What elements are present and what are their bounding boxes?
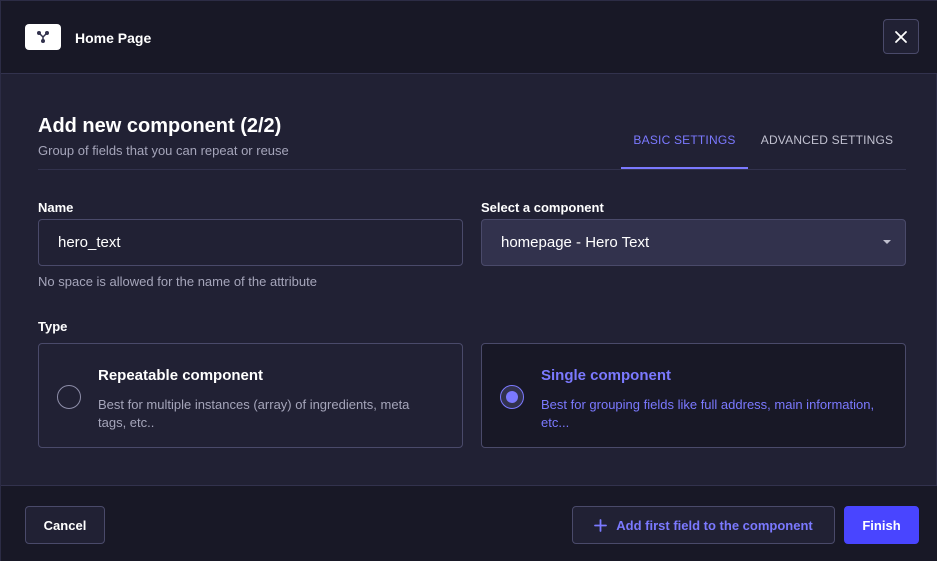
component-share-icon <box>25 24 61 50</box>
select-component-dropdown[interactable]: homepage - Hero Text <box>481 219 906 266</box>
active-tab-indicator <box>621 167 748 169</box>
header-title: Home Page <box>75 30 152 46</box>
repeatable-description: Best for multiple instances (array) of i… <box>98 397 410 430</box>
tab-advanced-settings[interactable]: ADVANCED SETTINGS <box>749 133 905 147</box>
create-component-modal: Home Page Add new component (2/2) Group … <box>0 0 937 561</box>
repeatable-component-option[interactable]: Repeatable component Best for multiple i… <box>38 343 463 448</box>
repeatable-title: Repeatable component <box>98 367 264 384</box>
finish-button[interactable]: Finish <box>844 506 919 544</box>
name-input[interactable] <box>38 219 463 266</box>
tab-basic-settings[interactable]: BASIC SETTINGS <box>621 133 748 147</box>
name-hint: No space is allowed for the name of the … <box>38 274 317 289</box>
add-first-field-button[interactable]: Add first field to the component <box>572 506 835 544</box>
type-label: Type <box>38 319 68 334</box>
select-component-label: Select a component <box>481 200 604 215</box>
single-radio[interactable] <box>500 385 524 409</box>
add-first-field-label: Add first field to the component <box>616 517 813 533</box>
single-description: Best for grouping fields like full addre… <box>541 397 875 430</box>
single-title: Single component <box>541 367 672 384</box>
repeatable-radio[interactable] <box>57 385 81 409</box>
tabs-divider <box>38 169 906 170</box>
modal-footer: Cancel Add first field to the component … <box>1 485 937 561</box>
modal-subtitle: Group of fields that you can repeat or r… <box>38 143 289 158</box>
cancel-button[interactable]: Cancel <box>25 506 105 544</box>
select-component-value: homepage - Hero Text <box>501 234 650 251</box>
close-button[interactable] <box>883 19 919 54</box>
close-icon <box>895 30 907 43</box>
modal-title: Add new component (2/2) <box>38 115 282 137</box>
name-label: Name <box>38 200 74 215</box>
plus-icon <box>594 518 608 532</box>
caret-down-icon <box>883 240 891 244</box>
modal-header: Home Page <box>1 1 937 74</box>
single-component-option[interactable]: Single component Best for grouping field… <box>481 343 906 448</box>
